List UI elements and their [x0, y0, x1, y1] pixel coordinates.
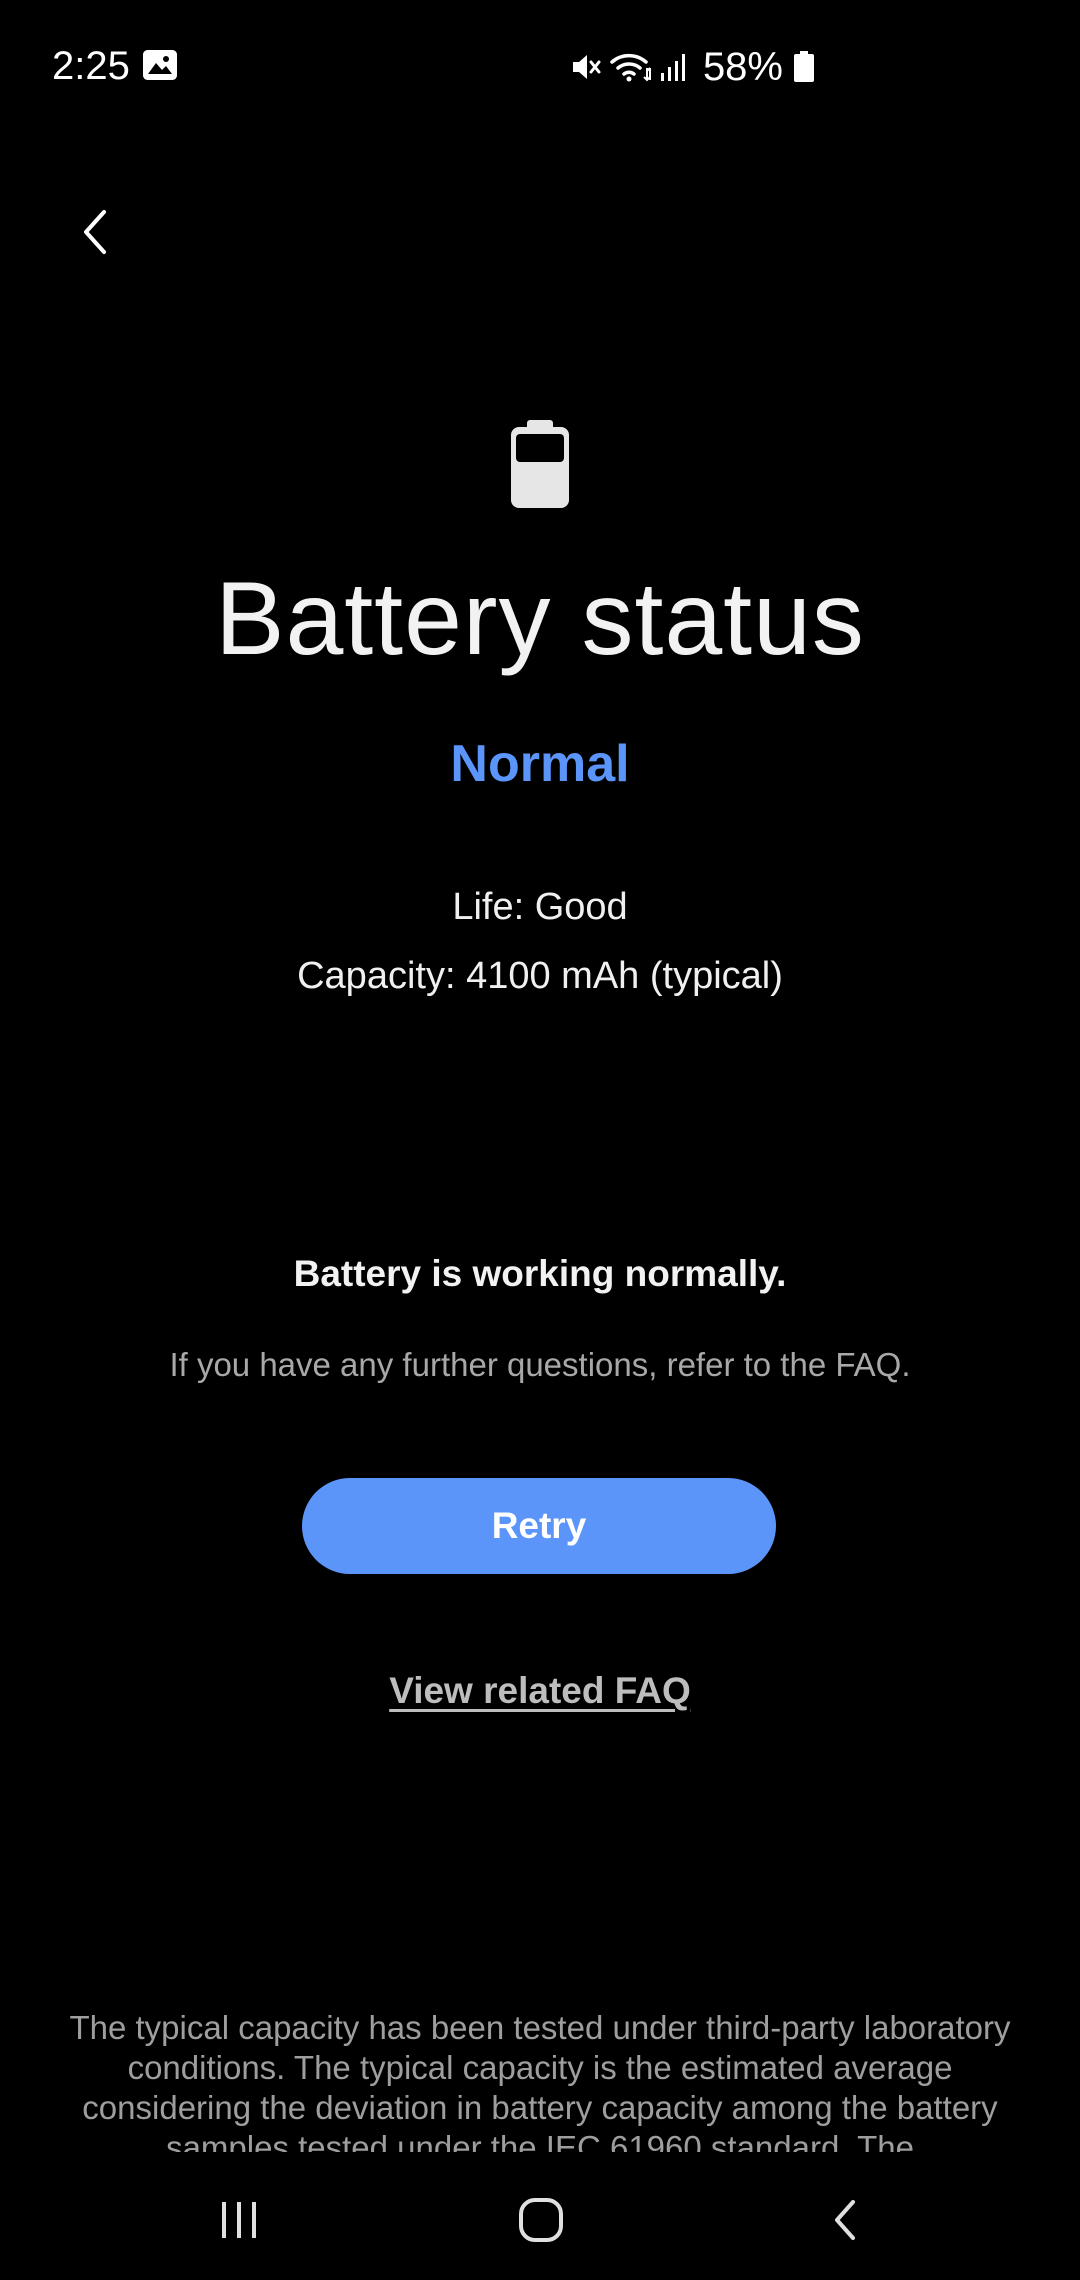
status-time: 2:25 — [52, 44, 130, 88]
disclaimer-text: The typical capacity has been tested und… — [69, 2009, 1011, 2152]
battery-percent: 58% — [702, 44, 783, 89]
summary-text: If you have any further questions, refer… — [169, 1346, 911, 1383]
summary-heading: Battery is working normally. — [293, 1253, 787, 1294]
navigation-bar — [0, 2160, 1080, 2280]
battery-life: Life: Good — [452, 886, 628, 928]
home-icon — [519, 2198, 563, 2242]
recents-button[interactable] — [179, 2160, 299, 2280]
gallery-icon — [143, 50, 177, 80]
chevron-left-icon — [84, 210, 106, 254]
battery-status-value: Normal — [450, 735, 630, 793]
signal-icon — [659, 51, 689, 83]
retry-button[interactable]: Retry — [302, 1478, 776, 1574]
wifi-icon — [609, 50, 653, 84]
status-icons: 58% — [569, 44, 815, 90]
battery-icon — [793, 51, 815, 83]
mute-icon — [569, 50, 603, 84]
battery-capacity: Capacity: 4100 mAh (typical) — [297, 955, 783, 997]
nav-back-button[interactable] — [784, 2160, 904, 2280]
page-title: Battery status — [215, 561, 865, 677]
back-icon — [835, 2200, 855, 2240]
home-button[interactable] — [481, 2160, 601, 2280]
status-bar: 2:25 58% — [0, 0, 1080, 130]
disclaimer-container: The typical capacity has been tested und… — [60, 2008, 1020, 2152]
view-faq-link[interactable]: View related FAQ — [389, 1670, 691, 1711]
battery-icon — [505, 418, 575, 510]
view-faq-link-container: View related FAQ — [0, 1670, 1080, 1712]
recents-icon — [222, 2202, 256, 2238]
back-button[interactable] — [60, 196, 132, 268]
